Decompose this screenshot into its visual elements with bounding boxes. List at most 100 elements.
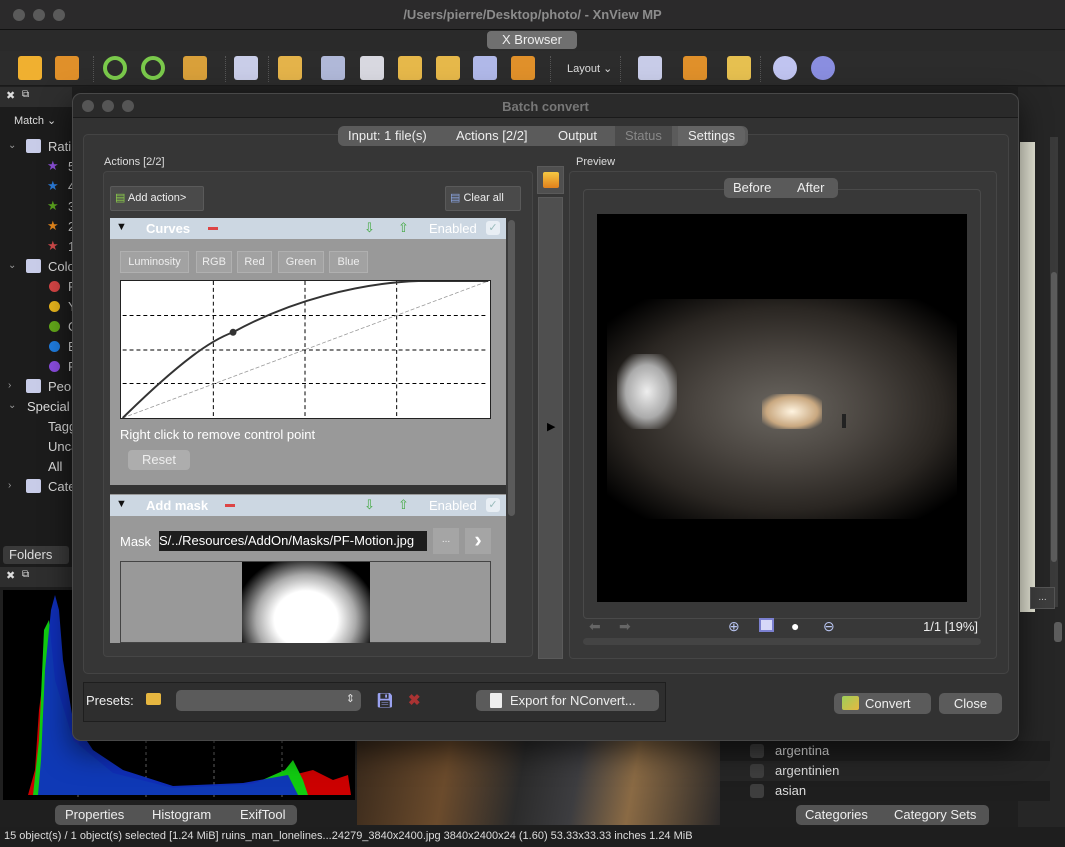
preview-scrollbar[interactable] [583,638,981,645]
fit-icon[interactable] [759,618,774,632]
tree-item[interactable]: ★ 5 [0,157,72,177]
tree-item[interactable]: Yellow [0,297,72,317]
batch-icon[interactable] [436,56,460,80]
presets-select[interactable]: ⇕ [176,690,361,711]
find-icon[interactable] [321,56,345,80]
tab-browser[interactable]: X Browser [487,31,577,49]
tab-histogram[interactable]: Histogram [152,805,211,825]
chevron-down-icon[interactable]: ⌄ [8,260,16,271]
folder-compare-icon[interactable] [727,56,751,80]
move-down-icon[interactable]: ⇩ [364,220,375,236]
tree-item[interactable]: Tagged [0,417,72,437]
tree-item[interactable]: Red [0,277,72,297]
close-button[interactable]: Close [939,693,1002,714]
mask-header[interactable]: ▼ Add mask ⇩ ⇧ Enabled ✓ [110,495,506,516]
next-button[interactable]: › [465,528,491,554]
rotate-right-icon[interactable] [141,56,165,80]
image-thumbnail[interactable] [357,741,720,825]
category-checkbox[interactable] [750,764,764,778]
help-icon[interactable] [811,56,835,80]
tree-item[interactable]: Green [0,317,72,337]
channel-rgb[interactable]: RGB [196,251,232,273]
category-icon[interactable] [683,56,707,80]
undock-icon[interactable]: ⧉ [22,569,29,580]
layout-dropdown[interactable]: Layout ⌄ [567,62,612,75]
close-icon[interactable]: ✖ [6,89,15,102]
category-checkbox[interactable] [750,744,764,758]
tab-category-sets[interactable]: Category Sets [894,805,976,825]
chevron-down-icon[interactable]: ⌄ [8,140,16,151]
tab-properties[interactable]: Properties [65,805,124,825]
convert-icon[interactable] [183,56,207,80]
move-down-icon[interactable]: ⇩ [364,497,375,513]
info-icon[interactable] [234,56,258,80]
move-to-icon[interactable] [278,56,302,80]
tree-item[interactable]: ⌄ Ratings [0,137,72,157]
tree-item[interactable]: Blue [0,337,72,357]
channel-luminosity[interactable]: Luminosity [120,251,189,273]
collapse-icon[interactable]: ▼ [116,221,127,233]
tab-input[interactable]: Input: 1 file(s) [338,126,437,146]
move-up-icon[interactable]: ⇧ [398,497,409,513]
tab-actions[interactable]: Actions [2/2] [446,126,538,146]
remove-action-icon[interactable] [208,227,218,230]
tree-item[interactable]: All [0,457,72,477]
convert-button[interactable]: Convert [834,693,931,714]
actual-size-icon[interactable]: ● [791,618,799,634]
previous-icon[interactable]: ⬅ [589,618,601,635]
match-dropdown[interactable]: Match ⌄ [14,114,56,127]
tab-settings[interactable]: Settings [678,126,745,146]
tab-status[interactable]: Status [615,126,672,146]
curves-header[interactable]: ▼ Curves ⇩ ⇧ Enabled ✓ [110,218,506,239]
category-row[interactable]: argentinien [720,761,1050,781]
channel-green[interactable]: Green [278,251,324,273]
tree-item[interactable]: Purple [0,357,72,377]
curve-editor[interactable] [120,280,491,419]
zoom-in-icon[interactable]: ⊕ [728,618,740,635]
tab-output[interactable]: Output [548,126,607,146]
fullscreen-icon[interactable] [55,56,79,80]
delete-preset-icon[interactable]: ✖ [408,691,421,709]
chevron-down-icon[interactable]: ⌄ [8,400,16,411]
control-point[interactable] [229,328,237,336]
view-icon[interactable] [18,56,42,80]
curves-enabled-checkbox[interactable]: ✓ [486,221,500,235]
print-icon[interactable] [360,56,384,80]
mask-enabled-checkbox[interactable]: ✓ [486,498,500,512]
tree-item[interactable]: ⌄ Special [0,397,72,417]
scrollbar-thumb[interactable] [1054,622,1062,642]
export-nconvert-button[interactable]: Export for NConvert... [476,690,659,711]
close-icon[interactable]: ✖ [6,569,15,582]
actions-scrollbar[interactable] [506,218,518,643]
category-row[interactable]: asian [720,781,1050,801]
rating-icon[interactable] [638,56,662,80]
tab-exiftool[interactable]: ExifTool [240,805,286,825]
tree-item[interactable]: ★ 3 [0,197,72,217]
open-preset-icon[interactable] [146,693,161,705]
tree-item[interactable]: › People [0,377,72,397]
undock-icon[interactable]: ⧉ [22,89,29,100]
scrollbar-thumb[interactable] [508,220,515,516]
move-up-icon[interactable]: ⇧ [398,220,409,236]
channel-blue[interactable]: Blue [329,251,368,273]
tab-after[interactable]: After [797,178,824,198]
tab-categories[interactable]: Categories [805,805,868,825]
chevron-right-icon[interactable]: › [8,480,11,491]
reset-button[interactable]: Reset [128,450,190,470]
remove-action-icon[interactable] [225,504,235,507]
tree-item[interactable]: ★ 2 [0,217,72,237]
next-icon[interactable]: ➡ [619,618,631,635]
splitter-bar[interactable]: ▶ [538,197,563,659]
mask-path-input[interactable]: S/../Resources/AddOn/Masks/PF-Motion.jpg [159,531,427,551]
tree-item[interactable]: › Categories [0,477,72,497]
add-action-button[interactable]: ▤ Add action> [110,186,204,211]
tab-before[interactable]: Before [733,178,771,198]
tab-folders[interactable]: Folders [3,546,69,564]
more-button[interactable]: ... [1030,587,1055,609]
category-row[interactable]: argentina [720,741,1050,761]
tree-item[interactable]: ★ 4 [0,177,72,197]
settings-icon[interactable] [773,56,797,80]
rotate-left-icon[interactable] [103,56,127,80]
tree-item[interactable]: ★ 1 [0,237,72,257]
category-checkbox[interactable] [750,784,764,798]
